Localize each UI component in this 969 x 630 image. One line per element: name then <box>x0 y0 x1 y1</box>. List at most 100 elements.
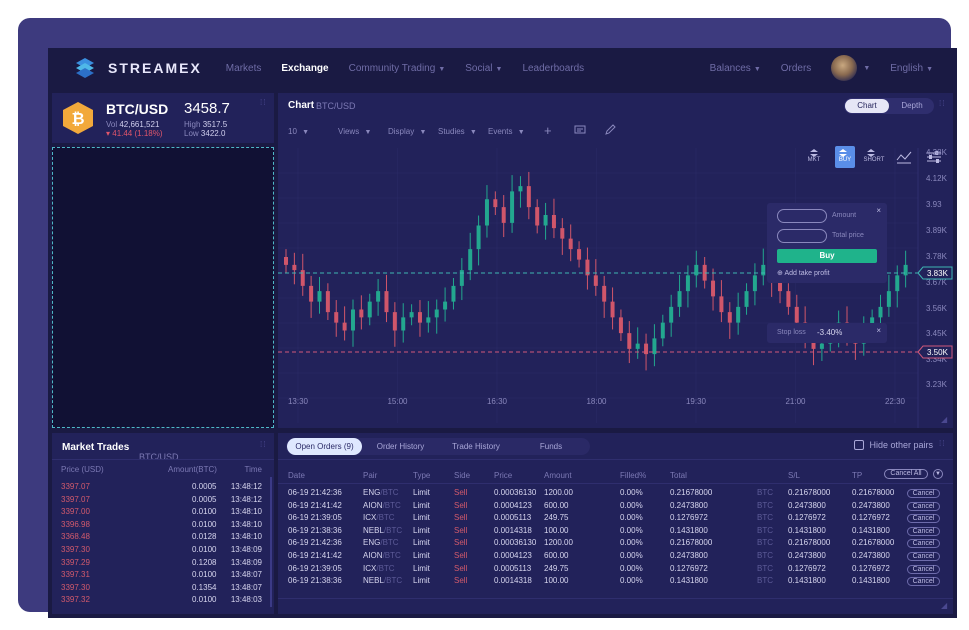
table-row[interactable]: 3397.07 0.0005 13:48:12 <box>52 482 274 495</box>
order-filled: 0.00% <box>620 500 643 510</box>
tab-open-orders[interactable]: Open Orders (9) <box>287 438 362 455</box>
cancel-order-button[interactable]: Cancel <box>907 501 940 511</box>
buy-button[interactable]: Buy <box>777 249 877 263</box>
order-amount: 100.00 <box>544 525 569 535</box>
drag-handle-icon[interactable]: ⁞⁞ <box>939 440 947 450</box>
candle-body <box>426 317 431 323</box>
table-row[interactable]: 3397.31 0.0100 13:48:07 <box>52 570 274 583</box>
cancel-order-button[interactable]: Cancel <box>907 514 940 524</box>
table-row[interactable]: 06-19 21:42:36 ENG/BTC Limit Sell 0.00036130… <box>278 488 953 501</box>
plus-circle-icon: ⊕ <box>777 270 783 277</box>
close-icon[interactable]: × <box>876 326 881 335</box>
order-tp: 0.2473800 <box>852 551 890 560</box>
close-icon[interactable]: × <box>876 206 881 215</box>
amount-input[interactable] <box>777 209 827 223</box>
chevron-down-icon[interactable]: ▼ <box>863 65 870 72</box>
candle-body <box>627 333 632 349</box>
resize-handle-icon[interactable]: ◢ <box>941 602 949 612</box>
order-price: 0.0005113 <box>494 513 532 523</box>
add-take-profit-button[interactable]: ⊕ Add take profit <box>777 269 830 277</box>
y-tick-label: 4.12K <box>926 174 948 183</box>
table-row[interactable]: 06-19 21:42:36 ENG/BTC Limit Sell 0.00036130… <box>278 538 953 551</box>
balances-menu[interactable]: Balances ▼ <box>710 63 761 74</box>
streamex-logo-icon <box>76 58 94 78</box>
tab-trade-history[interactable]: Trade History <box>436 438 516 455</box>
cancel-order-button[interactable]: Cancel <box>907 489 940 498</box>
order-amount: 100.00 <box>544 576 569 586</box>
table-row[interactable]: 3368.48 0.0128 13:48:10 <box>52 532 274 545</box>
language-menu[interactable]: English ▼ <box>890 63 933 74</box>
brand-logo[interactable]: STREAMEX <box>72 55 202 81</box>
hide-pairs-checkbox[interactable] <box>854 440 865 450</box>
pair-base: AION <box>363 500 383 510</box>
avatar[interactable] <box>831 55 858 81</box>
orders-link[interactable]: Orders <box>781 63 812 74</box>
table-row[interactable]: 3396.98 0.0100 13:48:10 <box>52 520 274 533</box>
cancel-order-button[interactable]: Cancel <box>907 552 940 561</box>
change-value: ▾ 41.44 (1.18%) <box>106 129 163 138</box>
nav-items: Markets Exchange Community Trading ▼ Social ▼… <box>226 63 604 74</box>
y-tick-label: 3.45K <box>926 329 948 338</box>
order-date: 06-19 21:42:36 <box>288 488 342 497</box>
table-row[interactable]: 06-19 21:38:36 NEBL/BTC Limit Sell 0.0014318… <box>278 526 953 539</box>
order-total: 0.1431800 <box>670 576 708 586</box>
trade-amount: 0.1208 <box>192 557 217 567</box>
nav-item-community-trading[interactable]: Community Trading ▼ <box>349 63 446 74</box>
candle-body <box>736 306 741 323</box>
order-price: 0.0004123 <box>494 551 532 560</box>
cancel-order-button[interactable]: Cancel <box>907 564 940 574</box>
pair-base: AION <box>363 551 383 560</box>
pair-quote: /BTC <box>382 500 401 510</box>
candle-body <box>543 215 548 226</box>
table-row[interactable]: 3397.00 0.0100 13:48:10 <box>52 507 274 520</box>
table-row[interactable]: 3397.07 0.0005 13:48:12 <box>52 495 274 508</box>
top-nav: STREAMEX Markets Exchange Community Tradin… <box>48 48 957 88</box>
table-row[interactable]: 06-19 21:41:42 AION/BTC Limit Sell 0.0004123… <box>278 501 953 514</box>
candle-body <box>384 291 389 313</box>
cancel-all-button[interactable]: Cancel All <box>884 469 928 479</box>
total-price-input[interactable] <box>777 229 827 243</box>
trade-time: 13:48:10 <box>230 532 262 542</box>
order-date: 06-19 21:39:05 <box>288 513 342 523</box>
candle-body <box>752 275 757 292</box>
order-filled: 0.00% <box>620 551 643 560</box>
drag-handle-icon[interactable]: ⁞⁞ <box>260 99 268 109</box>
nav-item-exchange[interactable]: Exchange <box>281 63 328 74</box>
drag-handle-icon[interactable]: ⁞⁞ <box>260 441 268 451</box>
table-row[interactable]: 06-19 21:38:36 NEBL/BTC Limit Sell 0.0014318… <box>278 576 953 589</box>
table-row[interactable]: 06-19 21:39:05 ICX/BTC Limit Sell 0.0005113 2… <box>278 513 953 526</box>
order-date: 06-19 21:38:36 <box>288 576 342 586</box>
resize-handle-icon[interactable]: ◢ <box>941 416 949 426</box>
candle-body <box>669 306 674 323</box>
trade-amount: 0.0100 <box>192 545 217 554</box>
trade-price: 3397.30 <box>61 582 90 592</box>
cancel-order-button[interactable]: Cancel <box>907 577 940 587</box>
candle-body <box>510 191 515 223</box>
x-tick-label: 21:00 <box>785 397 806 406</box>
tab-order-history[interactable]: Order History <box>363 438 438 455</box>
order-amount: 1200.00 <box>544 488 573 497</box>
order-sl: 0.1431800 <box>788 525 826 535</box>
column-header: TP <box>852 471 863 480</box>
candle-body <box>652 338 657 355</box>
scrollbar[interactable] <box>270 477 272 607</box>
order-side: Sell <box>454 563 468 573</box>
tab-funds[interactable]: Funds <box>516 438 586 455</box>
order-unit: BTC <box>757 563 773 573</box>
table-row[interactable]: 06-19 21:41:42 AION/BTC Limit Sell 0.0004123… <box>278 551 953 564</box>
table-row[interactable]: 3397.32 0.0100 13:48:03 <box>52 595 274 608</box>
candle-body <box>794 306 799 323</box>
nav-item-markets[interactable]: Markets <box>226 63 262 74</box>
cancel-order-button[interactable]: Cancel <box>907 539 940 549</box>
nav-item-leaderboards[interactable]: Leaderboards <box>522 63 584 74</box>
nav-item-label: Community Trading <box>348 62 436 74</box>
table-row[interactable]: 3397.30 0.0100 13:48:09 <box>52 545 274 558</box>
hide-other-pairs[interactable]: Hide other pairs <box>854 440 933 450</box>
order-total: 0.1276972 <box>670 513 708 523</box>
table-row[interactable]: 3397.30 0.1354 13:48:07 <box>52 583 274 596</box>
nav-item-social[interactable]: Social ▼ <box>465 63 502 74</box>
table-row[interactable]: 06-19 21:39:05 ICX/BTC Limit Sell 0.0005113 2… <box>278 564 953 577</box>
cancel-order-button[interactable]: Cancel <box>907 526 940 536</box>
chevron-down-circle-icon[interactable]: ▼ <box>933 469 943 479</box>
table-row[interactable]: 3397.29 0.1208 13:48:09 <box>52 558 274 571</box>
